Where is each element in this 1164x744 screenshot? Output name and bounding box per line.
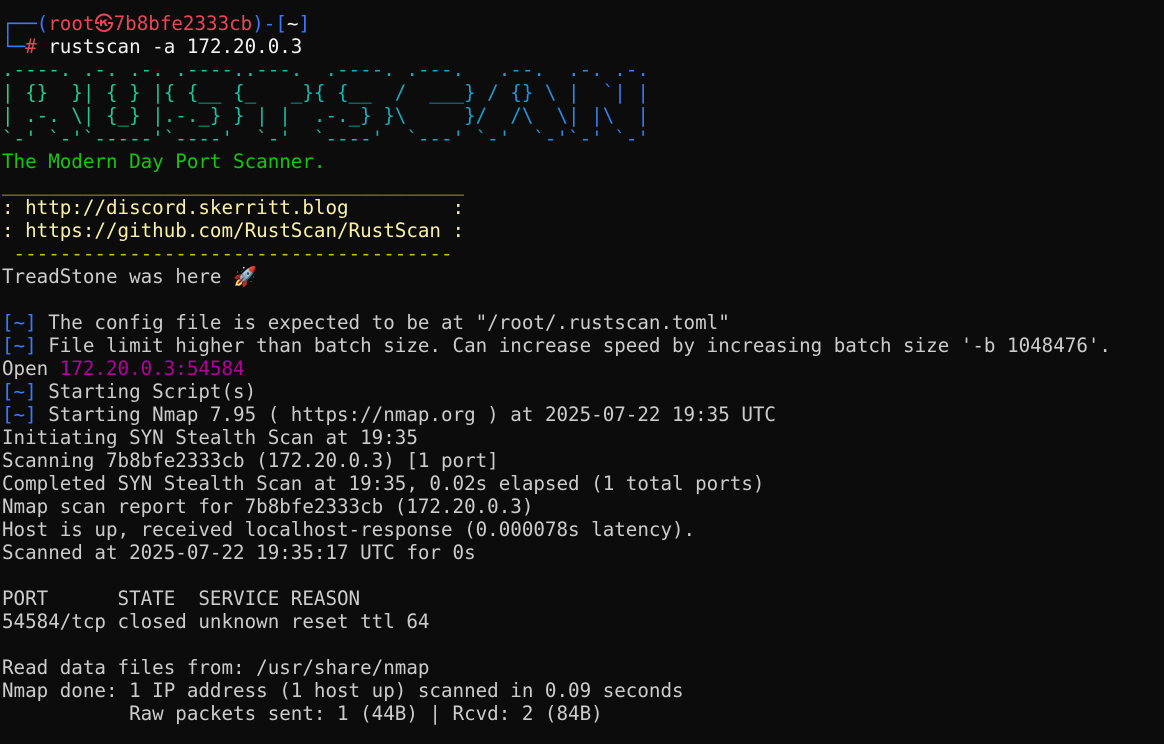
log-tag: [~] bbox=[2, 380, 37, 403]
footer-line: Raw packets sent: 1 (44B) | Rcvd: 2 (84B… bbox=[2, 702, 603, 725]
prompt-line-1: ┌──(root㉿7b8bfe2333cb)-[~] bbox=[2, 12, 1164, 35]
log-text: Starting Script(s) bbox=[36, 380, 257, 403]
log-text: File limit higher than batch size. Can i… bbox=[36, 334, 1111, 357]
nmap-output-line: Scanned at 2025-07-22 19:35:17 UTC for 0… bbox=[2, 541, 476, 564]
open-port-line: Open 172.20.0.3:54584 bbox=[2, 357, 1164, 380]
links-rule-top: ________________________________________ bbox=[2, 173, 465, 196]
log-config: [~] The config file is expected to be at… bbox=[2, 311, 1164, 334]
prompt-line-2: └─# rustscan -a 172.20.0.3 bbox=[2, 35, 1164, 58]
banner-line-4: `-' `-'`-----'`----' `-' `----' `---' `-… bbox=[2, 127, 1164, 150]
discord-link[interactable]: : http://discord.skerritt.blog : bbox=[2, 196, 1164, 219]
links-rule-bottom: -------------------------------------- bbox=[2, 242, 453, 265]
prompt-bracket-close: ] bbox=[298, 12, 311, 35]
footer-line: Read data files from: /usr/share/nmap bbox=[2, 656, 430, 679]
log-tag: [~] bbox=[2, 403, 37, 426]
open-label: Open bbox=[2, 357, 60, 380]
nmap-output-line: Initiating SYN Stealth Scan at 19:35 bbox=[2, 426, 418, 449]
tagline: The Modern Day Port Scanner. bbox=[2, 150, 326, 173]
log-starting-scripts: [~] Starting Script(s) bbox=[2, 380, 1164, 403]
port-table-header: PORT STATE SERVICE REASON bbox=[2, 587, 361, 610]
log-file-limit: [~] File limit higher than batch size. C… bbox=[2, 334, 1164, 357]
banner-line-3: | .-. \| {_} |.-._} } | | .-._} }\ }/ /\… bbox=[2, 104, 1164, 127]
prompt-directory: ~ bbox=[286, 12, 299, 35]
nmap-output-line: Nmap scan report for 7b8bfe2333cb (172.2… bbox=[2, 495, 534, 518]
banner-line-2: | {} }| { } |{ {__ {_ _}{ {__ / ___} / {… bbox=[2, 81, 1164, 104]
github-link[interactable]: : https://github.com/RustScan/RustScan : bbox=[2, 219, 1164, 242]
log-tag: [~] bbox=[2, 311, 37, 334]
banner-line-1: .----. .-. .-. .----..---. .----. .---. … bbox=[2, 58, 1164, 81]
prompt-separator: )-[ bbox=[252, 12, 287, 35]
prompt-user-host: root㉿7b8bfe2333cb bbox=[48, 12, 253, 35]
prompt-corner: ┌──( bbox=[2, 12, 49, 35]
log-text: Starting Nmap 7.95 ( https://nmap.org ) … bbox=[36, 403, 776, 426]
treadstone-line: TreadStone was here 🚀 bbox=[2, 265, 257, 288]
command-text[interactable]: rustscan -a 172.20.0.3 bbox=[48, 35, 302, 58]
prompt-hash: # bbox=[25, 35, 49, 58]
banner-text: `-' `-'`-----'`----' `-' `----' `---' `-… bbox=[2, 127, 649, 150]
prompt-corner-bottom: └─ bbox=[2, 35, 26, 58]
log-tag: [~] bbox=[2, 334, 37, 357]
port-table-row: 54584/tcp closed unknown reset ttl 64 bbox=[2, 610, 430, 633]
banner-text: | {} }| { } |{ {__ {_ _}{ {__ / ___} / {… bbox=[2, 81, 649, 104]
banner-text: | .-. \| {_} |.-._} } | | .-._} }\ }/ /\… bbox=[2, 104, 649, 127]
open-address: 172.20.0.3:54584 bbox=[59, 357, 245, 380]
footer-line: Nmap done: 1 IP address (1 host up) scan… bbox=[2, 679, 684, 702]
banner-text: .----. .-. .-. .----..---. .----. .---. … bbox=[2, 58, 649, 81]
nmap-output-line: Completed SYN Stealth Scan at 19:35, 0.0… bbox=[2, 472, 765, 495]
log-starting-nmap: [~] Starting Nmap 7.95 ( https://nmap.or… bbox=[2, 403, 1164, 426]
terminal-window[interactable]: ┌──(root㉿7b8bfe2333cb)-[~] └─# rustscan … bbox=[2, 12, 1164, 744]
log-text: The config file is expected to be at "/r… bbox=[36, 311, 730, 334]
nmap-output-line: Host is up, received localhost-response … bbox=[2, 518, 696, 541]
nmap-output-line: Scanning 7b8bfe2333cb (172.20.0.3) [1 po… bbox=[2, 449, 499, 472]
